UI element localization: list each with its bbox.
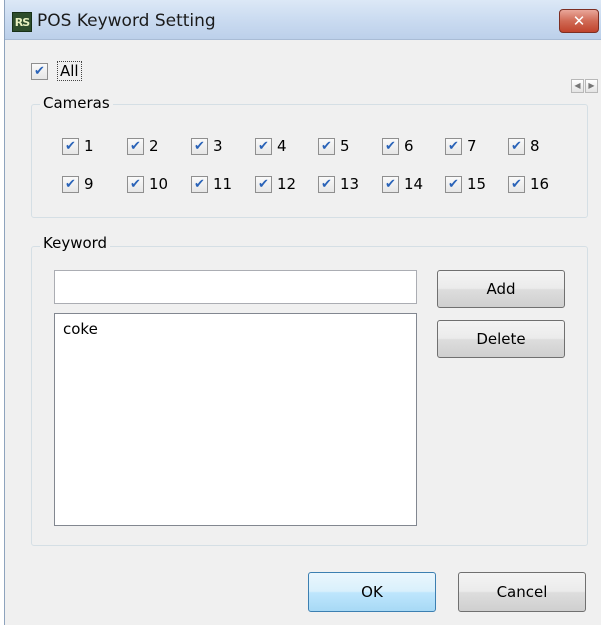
camera-13-checkbox[interactable]: ✔ [318, 176, 335, 193]
camera-9-checkbox[interactable]: ✔ [62, 176, 79, 193]
camera-checkbox-label[interactable]: 8 [530, 137, 540, 155]
camera-checkbox-label[interactable]: 6 [404, 137, 414, 155]
checkmark-icon: ✔ [194, 177, 205, 192]
checkmark-icon: ✔ [194, 139, 205, 154]
dialog-window: RS POS Keyword Setting ✕ ✔ All ◀ ▶ Camer… [4, 0, 601, 625]
cameras-group-label: Cameras [40, 94, 113, 112]
cameras-group [31, 104, 588, 218]
ok-button[interactable]: OK [308, 572, 436, 612]
camera-checkbox-label[interactable]: 12 [277, 175, 296, 193]
checkmark-icon: ✔ [385, 177, 396, 192]
camera-3-checkbox[interactable]: ✔ [191, 138, 208, 155]
camera-checkbox-label[interactable]: 7 [467, 137, 477, 155]
camera-15-checkbox[interactable]: ✔ [445, 176, 462, 193]
camera-8-checkbox[interactable]: ✔ [508, 138, 525, 155]
camera-12-checkbox[interactable]: ✔ [255, 176, 272, 193]
checkmark-icon: ✔ [321, 177, 332, 192]
rs-app-icon: RS [12, 12, 32, 32]
arrow-left-icon: ◀ [574, 81, 581, 90]
camera-16-checkbox[interactable]: ✔ [508, 176, 525, 193]
camera-checkbox-label[interactable]: 2 [149, 137, 159, 155]
scroll-right-button[interactable]: ▶ [585, 79, 598, 93]
camera-checkbox-label[interactable]: 1 [84, 137, 94, 155]
scroll-left-button[interactable]: ◀ [571, 79, 584, 93]
camera-checkbox-label[interactable]: 3 [213, 137, 223, 155]
title-bar[interactable]: RS POS Keyword Setting ✕ [5, 0, 601, 40]
all-checkbox[interactable]: ✔ [31, 63, 48, 80]
list-item[interactable]: coke [63, 320, 98, 338]
checkmark-icon: ✔ [65, 177, 76, 192]
window-title: POS Keyword Setting [37, 11, 216, 31]
camera-14-checkbox[interactable]: ✔ [382, 176, 399, 193]
add-button[interactable]: Add [437, 270, 565, 308]
checkmark-icon: ✔ [258, 139, 269, 154]
camera-7-checkbox[interactable]: ✔ [445, 138, 462, 155]
camera-2-checkbox[interactable]: ✔ [127, 138, 144, 155]
checkmark-icon: ✔ [130, 139, 141, 154]
checkmark-icon: ✔ [34, 64, 45, 79]
checkmark-icon: ✔ [511, 177, 522, 192]
camera-1-checkbox[interactable]: ✔ [62, 138, 79, 155]
keyword-list[interactable]: coke [54, 313, 417, 526]
camera-checkbox-label[interactable]: 11 [213, 175, 232, 193]
camera-checkbox-label[interactable]: 14 [404, 175, 423, 193]
camera-checkbox-label[interactable]: 10 [149, 175, 168, 193]
camera-checkbox-label[interactable]: 5 [340, 137, 350, 155]
checkmark-icon: ✔ [385, 139, 396, 154]
arrow-right-icon: ▶ [588, 81, 595, 90]
checkmark-icon: ✔ [65, 139, 76, 154]
camera-checkbox-label[interactable]: 9 [84, 175, 94, 193]
camera-4-checkbox[interactable]: ✔ [255, 138, 272, 155]
checkmark-icon: ✔ [258, 177, 269, 192]
checkmark-icon: ✔ [321, 139, 332, 154]
camera-checkbox-label[interactable]: 13 [340, 175, 359, 193]
keyword-input[interactable] [54, 270, 417, 304]
checkmark-icon: ✔ [448, 177, 459, 192]
checkmark-icon: ✔ [448, 139, 459, 154]
camera-checkbox-label[interactable]: 4 [277, 137, 287, 155]
camera-5-checkbox[interactable]: ✔ [318, 138, 335, 155]
camera-6-checkbox[interactable]: ✔ [382, 138, 399, 155]
camera-10-checkbox[interactable]: ✔ [127, 176, 144, 193]
keyword-group-label: Keyword [40, 234, 111, 252]
camera-checkbox-label[interactable]: 16 [530, 175, 549, 193]
cancel-button[interactable]: Cancel [458, 572, 586, 612]
camera-11-checkbox[interactable]: ✔ [191, 176, 208, 193]
close-button[interactable]: ✕ [559, 9, 599, 33]
delete-button[interactable]: Delete [437, 320, 565, 358]
checkmark-icon: ✔ [511, 139, 522, 154]
camera-checkbox-label[interactable]: 15 [467, 175, 486, 193]
close-icon: ✕ [572, 12, 586, 30]
checkmark-icon: ✔ [130, 177, 141, 192]
all-checkbox-label[interactable]: All [57, 61, 82, 81]
